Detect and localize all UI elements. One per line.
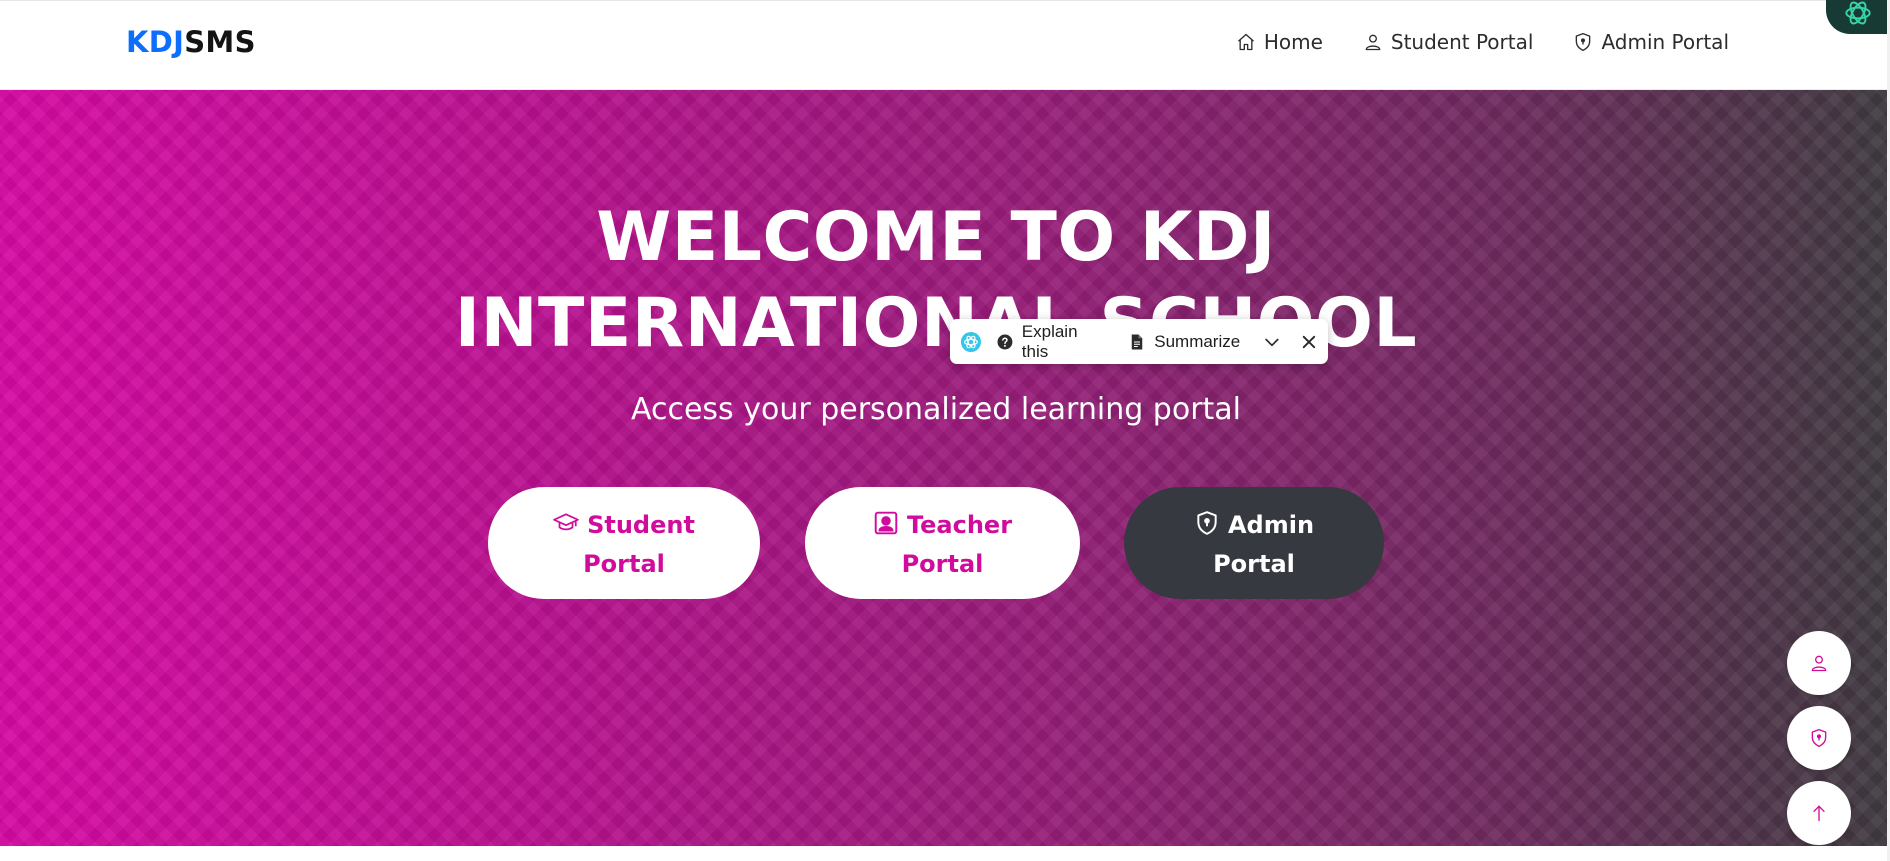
fab-scroll-top[interactable] [1787, 781, 1851, 845]
nav-link-home[interactable]: Home [1236, 30, 1323, 54]
brand-part2: SMS [184, 25, 256, 59]
selection-popup-toolbar: Explain this Summarize [950, 319, 1328, 364]
arrow-up-icon [1813, 805, 1825, 822]
home-icon [1237, 33, 1254, 51]
student-portal-button-line2: Portal [583, 550, 665, 578]
fab-student-portal[interactable] [1787, 631, 1851, 695]
hero-title-line1: WELCOME TO KDJ [596, 198, 1276, 277]
question-icon [997, 334, 1013, 349]
close-icon[interactable] [1300, 333, 1318, 351]
nav-link-home-label: Home [1263, 30, 1323, 54]
assistant-widget[interactable] [1826, 0, 1890, 34]
admin-portal-button-line1: Admin [1227, 511, 1315, 539]
admin-portal-button-line2: Portal [1213, 550, 1295, 578]
brand-logo[interactable]: KDJSMS [126, 25, 256, 59]
explain-this-button[interactable]: Explain this [996, 322, 1108, 362]
nav-links: Home Student Portal Admin Portal [1236, 30, 1729, 54]
graduation-cap-icon [553, 510, 579, 546]
nav-link-student-portal-label: Student Portal [1390, 30, 1534, 54]
summarize-button[interactable]: Summarize [1128, 332, 1240, 352]
nav-link-student-portal[interactable]: Student Portal [1363, 30, 1534, 54]
page-footer-edge [0, 846, 1887, 861]
hero-section: WELCOME TO KDJ INTERNATIONAL SCHOOL Acce… [0, 90, 1887, 846]
hero-title-line2: INTERNATIONAL SCHOOL [454, 284, 1418, 363]
summarize-label: Summarize [1154, 331, 1241, 351]
teacher-badge-icon [873, 510, 899, 546]
nav-link-admin-portal[interactable]: Admin Portal [1573, 30, 1729, 54]
shield-icon [1576, 33, 1591, 51]
student-portal-button-line1: Student [587, 511, 695, 539]
teacher-portal-button-line2: Portal [901, 550, 984, 578]
teacher-portal-button[interactable]: Teacher Portal [805, 487, 1080, 599]
brand-part1: KDJ [126, 25, 185, 59]
document-icon [1131, 334, 1143, 349]
assistant-logo-icon[interactable] [960, 331, 982, 353]
nav-link-admin-portal-label: Admin Portal [1601, 30, 1729, 54]
page: KDJSMS Home Student Portal Admin Portal [0, 0, 1890, 861]
fab-admin-portal[interactable] [1787, 706, 1851, 770]
navbar: KDJSMS Home Student Portal Admin Portal [0, 0, 1887, 90]
hero-subtitle: Access your personalized learning portal [630, 392, 1242, 427]
person-icon [1365, 34, 1381, 51]
shield-icon [1194, 510, 1220, 546]
shield-icon [1811, 729, 1827, 747]
chevron-down-icon[interactable] [1262, 332, 1282, 352]
admin-portal-button[interactable]: Admin Portal [1124, 487, 1384, 599]
student-portal-button[interactable]: Student Portal [488, 487, 760, 599]
teacher-portal-button-line1: Teacher [906, 511, 1013, 539]
explain-this-label: Explain this [1021, 321, 1078, 361]
person-icon [1811, 655, 1827, 672]
assistant-logo-icon [1845, 1, 1871, 25]
hero-title: WELCOME TO KDJ INTERNATIONAL SCHOOL [0, 195, 1872, 367]
